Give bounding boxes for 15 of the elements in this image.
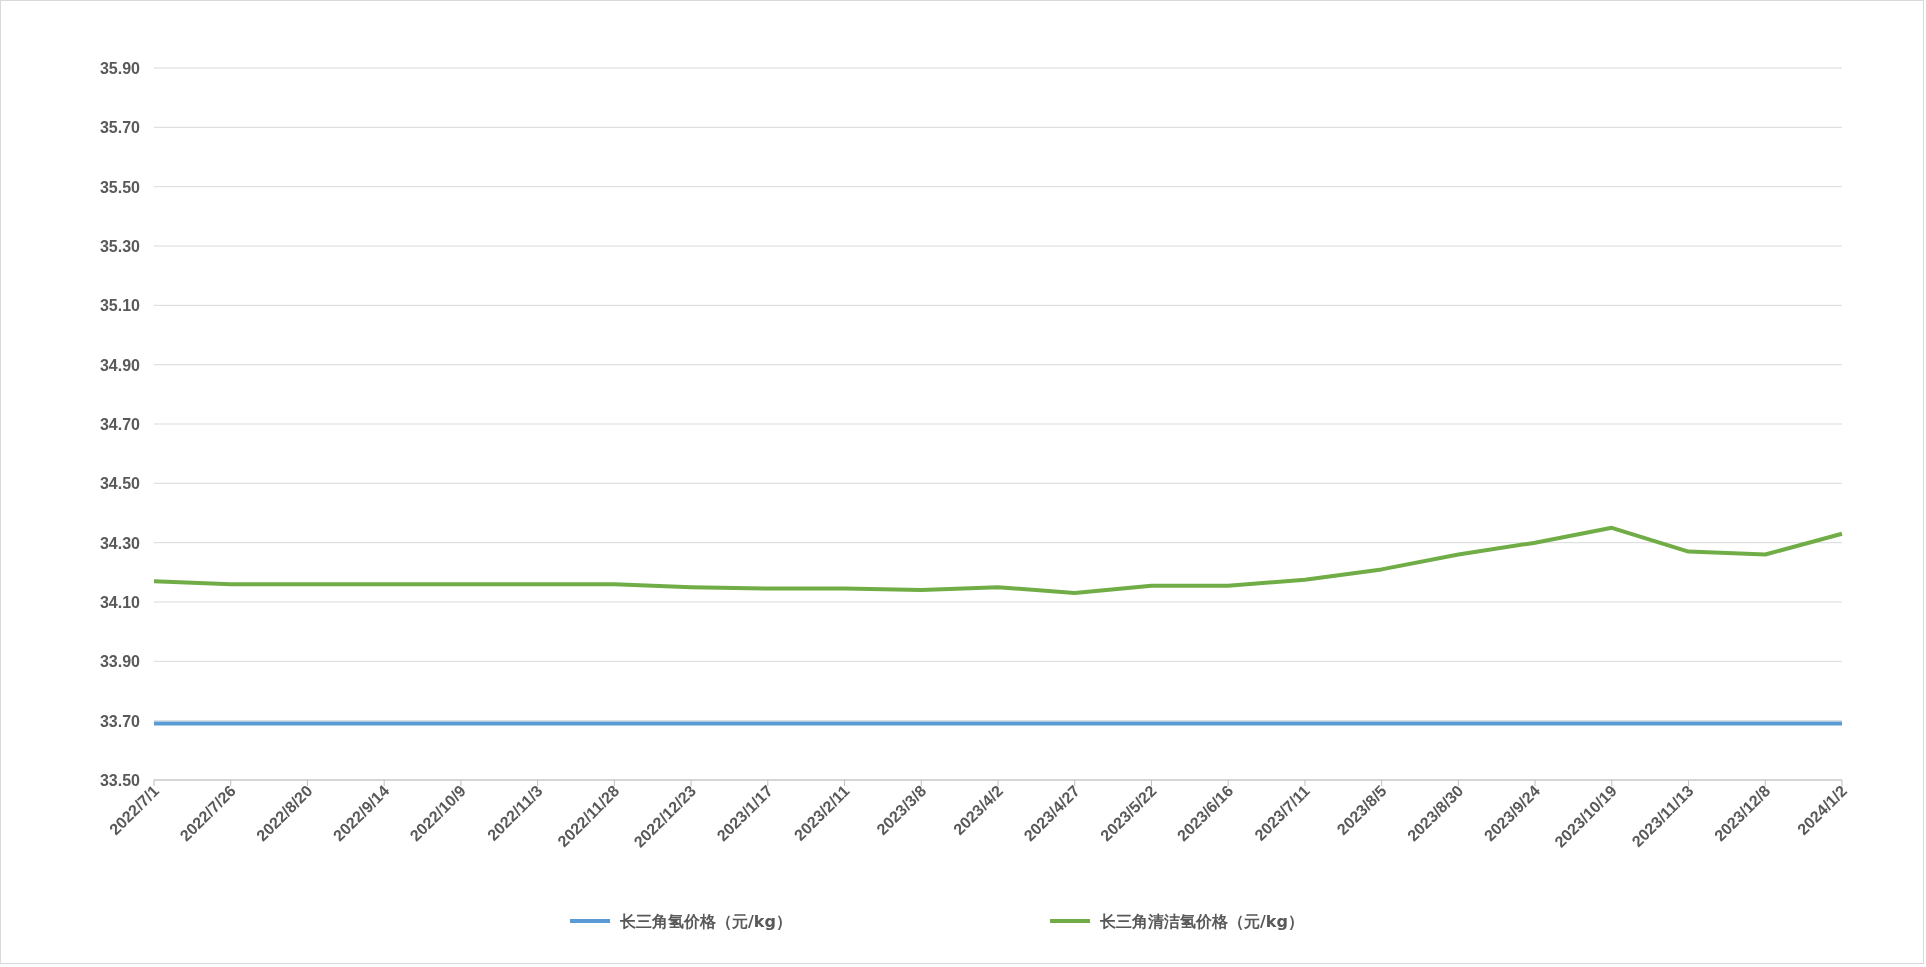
legend-label: 长三角清洁氢价格（元/kg）: [1100, 912, 1304, 931]
y-tick-label: 34.90: [99, 356, 140, 374]
y-tick-label: 35.30: [99, 238, 140, 255]
y-tick-label: 34.10: [99, 594, 140, 611]
y-tick-label: 33.50: [99, 772, 140, 789]
legend-label: 长三角氢价格（元/kg）: [620, 912, 792, 931]
y-tick-label: 34.30: [99, 534, 140, 552]
y-tick-label: 33.90: [99, 653, 140, 671]
y-tick-label: 35.70: [99, 119, 140, 137]
y-tick-label: 34.50: [99, 475, 140, 493]
y-tick-label: 34.70: [99, 416, 140, 433]
y-tick-label: 33.70: [99, 712, 140, 730]
y-tick-label: 35.50: [99, 178, 140, 196]
y-tick-label: 35.90: [99, 60, 140, 77]
y-tick-label: 35.10: [99, 297, 140, 315]
